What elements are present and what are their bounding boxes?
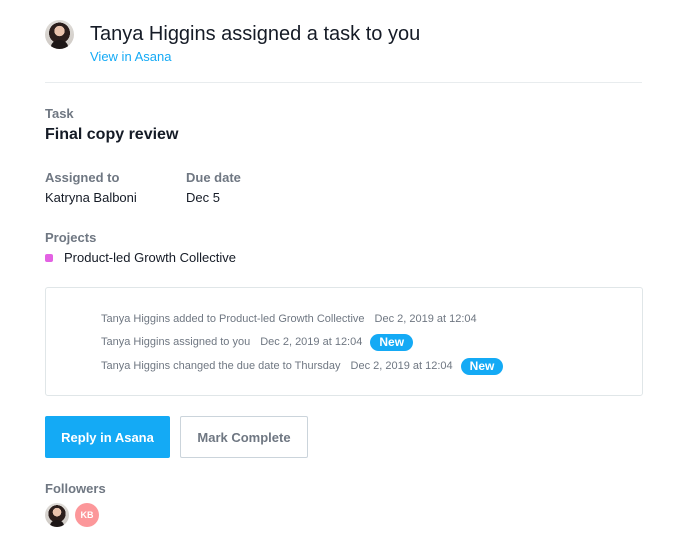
- activity-feed: Tanya Higgins added to Product-led Growt…: [45, 287, 643, 396]
- activity-text: Tanya Higgins assigned to you: [101, 336, 251, 348]
- sender-avatar: [45, 20, 74, 49]
- view-in-asana-link[interactable]: View in Asana: [90, 49, 171, 65]
- followers-label: Followers: [45, 481, 106, 496]
- due-date-label: Due date: [186, 170, 241, 185]
- activity-date: Dec 2, 2019 at 12:04: [374, 313, 477, 325]
- activity-text: Tanya Higgins changed the due date to Th…: [101, 360, 341, 372]
- follower-avatar-initials[interactable]: KB: [75, 503, 99, 527]
- header-divider: [45, 82, 642, 83]
- activity-date: Dec 2, 2019 at 12:04: [350, 360, 453, 372]
- activity-date: Dec 2, 2019 at 12:04: [260, 336, 363, 348]
- notification-title: Tanya Higgins assigned a task to you: [90, 23, 421, 45]
- task-label: Task: [45, 106, 74, 121]
- assigned-to-value: Katryna Balboni: [45, 190, 137, 205]
- activity-item: Tanya Higgins added to Product-led Growt…: [101, 310, 477, 328]
- assigned-to-label: Assigned to: [45, 170, 120, 185]
- project-name: Product-led Growth Collective: [64, 250, 236, 265]
- notification-header: Tanya Higgins assigned a task to you Vie…: [45, 20, 420, 66]
- header-text: Tanya Higgins assigned a task to you Vie…: [90, 20, 420, 66]
- new-badge: New: [460, 357, 504, 375]
- project-item: Product-led Growth Collective: [45, 250, 236, 265]
- follower-avatar[interactable]: [45, 503, 69, 527]
- activity-item: Tanya Higgins assigned to you Dec 2, 201…: [101, 333, 414, 351]
- new-badge: New: [370, 333, 414, 351]
- mark-complete-button[interactable]: Mark Complete: [180, 416, 308, 458]
- activity-item: Tanya Higgins changed the due date to Th…: [101, 357, 504, 375]
- due-date-value: Dec 5: [186, 190, 220, 205]
- projects-label: Projects: [45, 230, 97, 245]
- reply-in-asana-button[interactable]: Reply in Asana: [45, 416, 170, 458]
- task-title: Final copy review: [45, 126, 179, 143]
- followers-list: KB: [45, 503, 99, 527]
- activity-text: Tanya Higgins added to Product-led Growt…: [101, 313, 365, 325]
- project-color-dot-icon: [45, 253, 53, 262]
